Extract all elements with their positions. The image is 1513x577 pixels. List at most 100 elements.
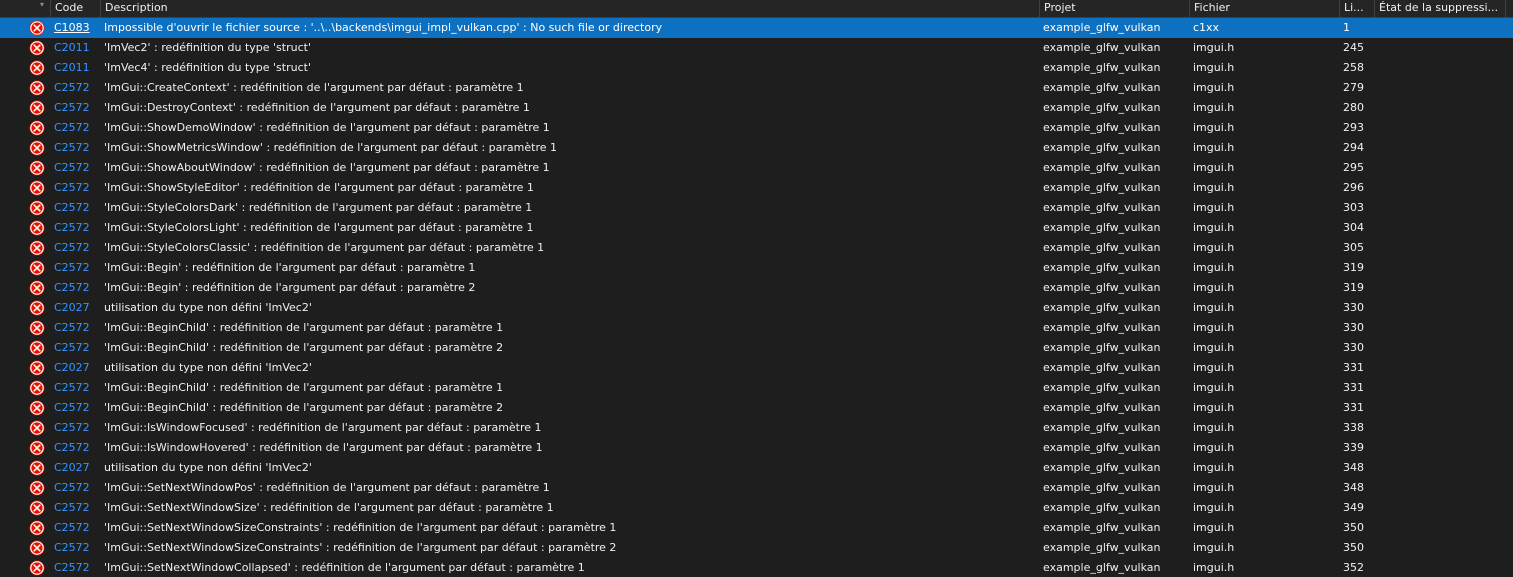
- error-line: 280: [1343, 101, 1364, 114]
- error-code-link[interactable]: C2572: [50, 158, 100, 178]
- error-row-selected[interactable]: C1083 Impossible d'ouvrir le fichier sou…: [0, 18, 1513, 38]
- error-file: imgui.h: [1193, 481, 1235, 494]
- error-file: imgui.h: [1193, 41, 1235, 54]
- header-icon-column[interactable]: ▾: [0, 0, 50, 17]
- error-row[interactable]: C2011 'ImVec2' : redéfinition du type 's…: [0, 38, 1513, 58]
- error-line: 296: [1343, 181, 1364, 194]
- error-file: imgui.h: [1193, 341, 1235, 354]
- error-row[interactable]: C2572 'ImGui::SetNextWindowSize' : redéf…: [0, 498, 1513, 518]
- error-icon-cell: [0, 198, 50, 218]
- error-row[interactable]: C2572 'ImGui::StyleColorsClassic' : redé…: [0, 238, 1513, 258]
- error-suppression-state: [1374, 278, 1505, 298]
- column-header-line[interactable]: Li...: [1339, 0, 1374, 17]
- error-description: 'ImGui::BeginChild' : redéfinition de l'…: [104, 401, 504, 414]
- error-row[interactable]: C2572 'ImGui::SetNextWindowPos' : redéfi…: [0, 478, 1513, 498]
- error-code-link[interactable]: C2572: [50, 178, 100, 198]
- error-row[interactable]: C2572 'ImGui::Begin' : redéfinition de l…: [0, 278, 1513, 298]
- error-row[interactable]: C2572 'ImGui::SetNextWindowSizeConstrain…: [0, 518, 1513, 538]
- error-row[interactable]: C2572 'ImGui::StyleColorsDark' : redéfin…: [0, 198, 1513, 218]
- error-line: 294: [1343, 141, 1364, 154]
- error-row[interactable]: C2572 'ImGui::BeginChild' : redéfinition…: [0, 318, 1513, 338]
- error-code-link[interactable]: C1083: [50, 18, 100, 38]
- error-row[interactable]: C2572 'ImGui::BeginChild' : redéfinition…: [0, 398, 1513, 418]
- error-suppression-state: [1374, 298, 1505, 318]
- error-project: example_glfw_vulkan: [1043, 241, 1161, 254]
- error-description: 'ImGui::ShowStyleEditor' : redéfinition …: [104, 181, 534, 194]
- error-description: 'ImGui::SetNextWindowSizeConstraints' : …: [104, 521, 617, 534]
- error-row[interactable]: C2572 'ImGui::ShowAboutWindow' : redéfin…: [0, 158, 1513, 178]
- error-code-link[interactable]: C2572: [50, 318, 100, 338]
- error-code-link[interactable]: C2011: [50, 58, 100, 78]
- error-code-link[interactable]: C2572: [50, 438, 100, 458]
- error-row[interactable]: C2572 'ImGui::IsWindowFocused' : redéfin…: [0, 418, 1513, 438]
- error-project: example_glfw_vulkan: [1043, 41, 1161, 54]
- error-code-link[interactable]: C2011: [50, 38, 100, 58]
- error-description: 'ImGui::Begin' : redéfinition de l'argum…: [104, 281, 476, 294]
- error-row[interactable]: C2027 utilisation du type non défini 'Im…: [0, 298, 1513, 318]
- sort-glyph-icon: ▾: [40, 0, 45, 9]
- error-row[interactable]: C2572 'ImGui::SetNextWindowCollapsed' : …: [0, 558, 1513, 577]
- error-code-link[interactable]: C2572: [50, 138, 100, 158]
- error-description: utilisation du type non défini 'ImVec2': [104, 461, 312, 474]
- error-code-link[interactable]: C2572: [50, 478, 100, 498]
- error-code-link[interactable]: C2572: [50, 258, 100, 278]
- error-code-link[interactable]: C2572: [50, 198, 100, 218]
- error-row[interactable]: C2572 'ImGui::ShowMetricsWindow' : redéf…: [0, 138, 1513, 158]
- error-row[interactable]: C2572 'ImGui::BeginChild' : redéfinition…: [0, 378, 1513, 398]
- error-code-link[interactable]: C2572: [50, 338, 100, 358]
- error-project: example_glfw_vulkan: [1043, 141, 1161, 154]
- error-code-link[interactable]: C2027: [50, 298, 100, 318]
- error-row[interactable]: C2572 'ImGui::SetNextWindowSizeConstrain…: [0, 538, 1513, 558]
- error-row[interactable]: C2011 'ImVec4' : redéfinition du type 's…: [0, 58, 1513, 78]
- error-code-link[interactable]: C2572: [50, 498, 100, 518]
- error-line: 350: [1343, 521, 1364, 534]
- error-icon-cell: [0, 78, 50, 98]
- error-code-link[interactable]: C2572: [50, 278, 100, 298]
- error-code-link[interactable]: C2572: [50, 98, 100, 118]
- error-row[interactable]: C2572 'ImGui::DestroyContext' : redéfini…: [0, 98, 1513, 118]
- error-suppression-state: [1374, 38, 1505, 58]
- column-header-file[interactable]: Fichier: [1189, 0, 1339, 17]
- error-file: imgui.h: [1193, 201, 1235, 214]
- error-code-link[interactable]: C2572: [50, 398, 100, 418]
- error-project: example_glfw_vulkan: [1043, 281, 1161, 294]
- column-header-description[interactable]: Description: [100, 0, 1039, 17]
- error-code-link[interactable]: C2027: [50, 458, 100, 478]
- error-row[interactable]: C2572 'ImGui::StyleColorsLight' : redéfi…: [0, 218, 1513, 238]
- error-icon-cell: [0, 18, 50, 38]
- error-suppression-state: [1374, 258, 1505, 278]
- column-header-suppression-state[interactable]: État de la suppressi...: [1374, 0, 1505, 17]
- error-project: example_glfw_vulkan: [1043, 381, 1161, 394]
- error-code-link[interactable]: C2572: [50, 558, 100, 577]
- error-code-link[interactable]: C2572: [50, 418, 100, 438]
- error-code-link[interactable]: C2572: [50, 378, 100, 398]
- error-description: utilisation du type non défini 'ImVec2': [104, 361, 312, 374]
- error-suppression-state: [1374, 118, 1505, 138]
- error-row[interactable]: C2027 utilisation du type non défini 'Im…: [0, 358, 1513, 378]
- error-project: example_glfw_vulkan: [1043, 101, 1161, 114]
- error-code-link[interactable]: C2572: [50, 518, 100, 538]
- error-circle-x-icon: [29, 80, 45, 96]
- error-row[interactable]: C2572 'ImGui::ShowStyleEditor' : redéfin…: [0, 178, 1513, 198]
- error-line: 331: [1343, 361, 1364, 374]
- error-code-link[interactable]: C2027: [50, 358, 100, 378]
- error-code-link[interactable]: C2572: [50, 218, 100, 238]
- error-line: 303: [1343, 201, 1364, 214]
- error-code-link[interactable]: C2572: [50, 538, 100, 558]
- error-icon-cell: [0, 238, 50, 258]
- error-code-link[interactable]: C2572: [50, 78, 100, 98]
- error-row[interactable]: C2572 'ImGui::CreateContext' : redéfinit…: [0, 78, 1513, 98]
- error-code-link[interactable]: C2572: [50, 118, 100, 138]
- error-file: imgui.h: [1193, 221, 1235, 234]
- error-row[interactable]: C2572 'ImGui::ShowDemoWindow' : redéfini…: [0, 118, 1513, 138]
- error-code-link[interactable]: C2572: [50, 238, 100, 258]
- column-header-project[interactable]: Projet: [1039, 0, 1189, 17]
- error-row[interactable]: C2572 'ImGui::IsWindowHovered' : redéfin…: [0, 438, 1513, 458]
- error-icon-cell: [0, 398, 50, 418]
- error-description: 'ImGui::Begin' : redéfinition de l'argum…: [104, 261, 476, 274]
- error-row[interactable]: C2027 utilisation du type non défini 'Im…: [0, 458, 1513, 478]
- error-description: 'ImVec4' : redéfinition du type 'struct': [104, 61, 311, 74]
- error-row[interactable]: C2572 'ImGui::BeginChild' : redéfinition…: [0, 338, 1513, 358]
- error-row[interactable]: C2572 'ImGui::Begin' : redéfinition de l…: [0, 258, 1513, 278]
- column-header-code[interactable]: Code: [50, 0, 100, 17]
